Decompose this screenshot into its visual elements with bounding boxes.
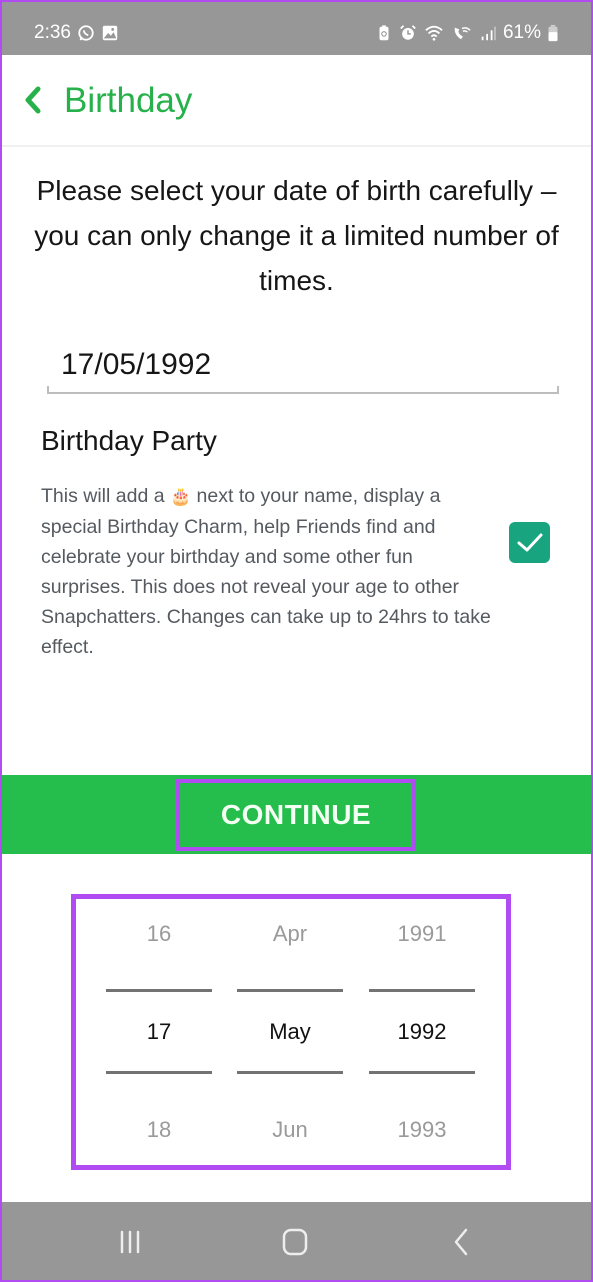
gallery-icon [102,25,118,41]
battery-saver-icon [379,25,389,41]
intro-text: Please select your date of birth careful… [34,175,559,296]
description-part-2: next to your name, display a special Bir… [41,485,491,658]
selection-divider [106,1071,212,1074]
picker-month-next[interactable]: Jun [237,1117,343,1143]
battery-icon [548,24,558,42]
picker-year-next[interactable]: 1993 [369,1117,475,1143]
whatsapp-icon [78,25,94,41]
picker-day-prev[interactable]: 16 [106,921,212,947]
battery-percent: 61% [502,22,541,43]
birthdate-field[interactable] [47,340,559,394]
signal-icon [481,26,496,41]
checkmark-icon [517,533,542,551]
selection-divider [237,1071,343,1074]
app-header: Birthday [0,55,593,147]
home-icon[interactable] [275,1224,315,1260]
description-part-1: This will add a [41,485,170,507]
birthday-party-title: Birthday Party [41,425,217,456]
birthdate-input[interactable] [47,340,559,382]
page-title: Birthday [64,81,193,120]
picker-year-column[interactable]: 1991 1992 1993 [369,899,475,1165]
picker-month-column[interactable]: Apr May Jun [237,899,343,1165]
status-bar: 2:36 61% [0,0,593,55]
birthday-party-checkbox[interactable] [509,522,550,563]
system-nav-bar [0,1202,593,1282]
selection-divider [369,1071,475,1074]
back-icon[interactable] [442,1224,482,1260]
picker-month-prev[interactable]: Apr [237,921,343,947]
alarm-icon [400,25,416,40]
status-time: 2:36 [34,22,71,43]
date-picker: 16 17 18 Apr May Jun 1991 1992 1993 [71,894,511,1170]
selection-divider [106,989,212,992]
recent-apps-icon[interactable] [110,1224,150,1260]
status-right: 61% [375,22,559,44]
birthday-cake-icon: 🎂 [169,487,192,506]
continue-button[interactable]: CONTINUE [176,779,416,851]
picker-day-selected[interactable]: 17 [106,1019,212,1045]
wifi-icon [425,25,443,41]
selection-divider [237,989,343,992]
picker-day-column[interactable]: 16 17 18 [106,899,212,1165]
selection-divider [369,989,475,992]
continue-bar: CONTINUE [0,775,593,854]
picker-year-selected[interactable]: 1992 [369,1019,475,1045]
chevron-left-icon[interactable] [22,85,44,115]
wifi-calling-icon [454,27,471,40]
picker-year-prev[interactable]: 1991 [369,921,475,947]
birthday-party-description: This will add a 🎂 next to your name, dis… [41,481,491,662]
status-left: 2:36 [34,22,119,44]
picker-day-next[interactable]: 18 [106,1117,212,1143]
picker-month-selected[interactable]: May [237,1019,343,1045]
